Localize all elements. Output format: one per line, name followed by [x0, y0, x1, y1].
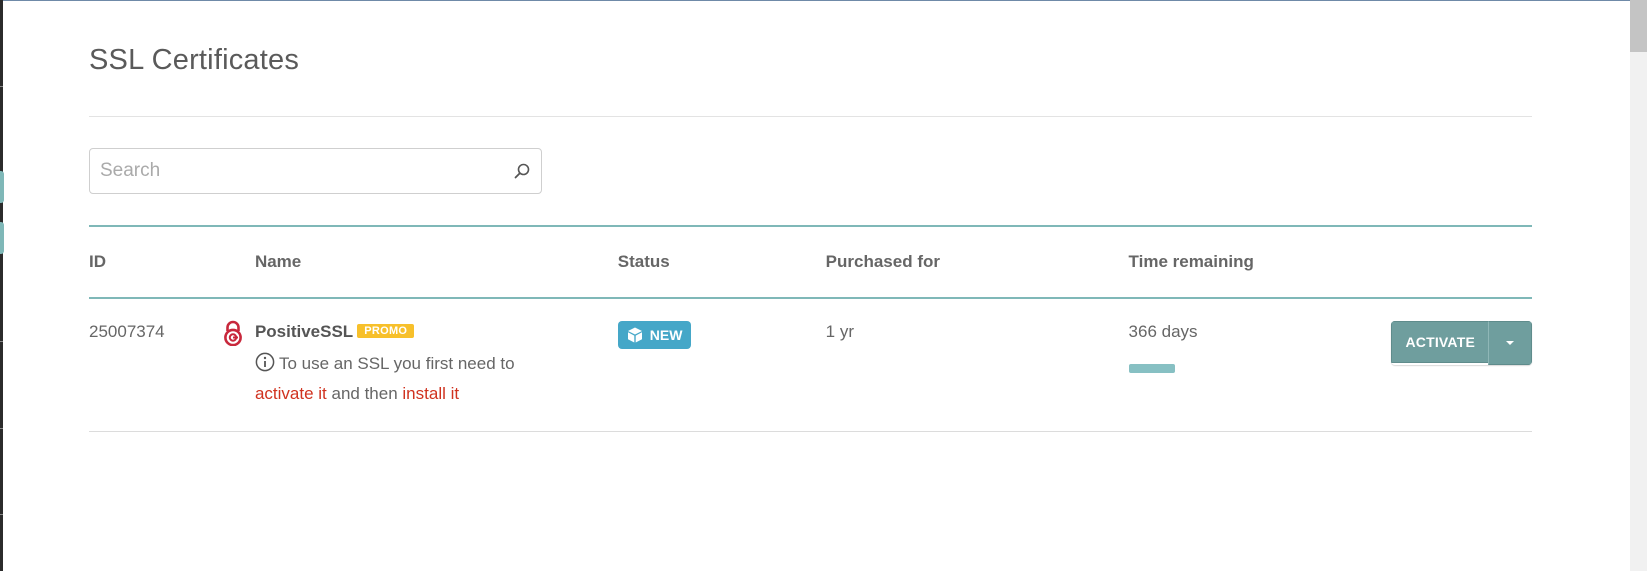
- lock-icon: [224, 320, 242, 346]
- certificates-table: ID Name Status Purchased for Time remain…: [89, 225, 1532, 432]
- cell-time-remaining: 366 days: [1128, 298, 1392, 432]
- cell-purchased-for: 1 yr: [825, 322, 855, 341]
- activate-link[interactable]: activate it: [255, 384, 327, 403]
- cell-actions: ACTIVATE: [1391, 298, 1532, 432]
- status-badge: NEW: [617, 321, 692, 349]
- column-header-id[interactable]: ID: [89, 226, 255, 298]
- time-remaining-bar: [1128, 364, 1175, 373]
- chevron-down-icon: [1506, 341, 1514, 345]
- sidebar-separator: [0, 428, 3, 429]
- scrollbar-thumb[interactable]: [1630, 0, 1647, 52]
- sidebar-tab[interactable]: [0, 222, 4, 254]
- title-divider: [89, 116, 1532, 117]
- top-border: [0, 0, 1630, 1]
- time-remaining-bar-fill: [1128, 364, 1175, 373]
- status-label: NEW: [649, 327, 683, 343]
- column-header-time-remaining[interactable]: Time remaining: [1129, 226, 1392, 298]
- cell-status: NEW: [617, 298, 826, 432]
- cube-icon: [627, 327, 642, 343]
- help-text-middle: and then: [331, 384, 398, 403]
- sidebar-separator: [0, 341, 3, 342]
- sidebar-separator: [0, 86, 3, 87]
- column-header-purchased-for[interactable]: Purchased for: [826, 226, 1129, 298]
- table-row: 25007374 PositiveSSL PROMO To use an SSL…: [89, 298, 1532, 432]
- sidebar-tab[interactable]: [0, 171, 4, 203]
- cell-name: PositiveSSL PROMO To use an SSL you first…: [224, 298, 618, 432]
- info-icon: [255, 352, 275, 372]
- search-input[interactable]: [100, 149, 490, 193]
- column-header-name[interactable]: Name: [255, 226, 618, 298]
- promo-badge: PROMO: [357, 324, 415, 338]
- activation-help: To use an SSL you first need to activate…: [255, 349, 618, 409]
- help-text-prefix: To use an SSL you first need to: [278, 354, 515, 373]
- search-box[interactable]: [89, 148, 542, 194]
- cell-id: 25007374: [89, 322, 165, 341]
- scrollbar[interactable]: [1630, 0, 1647, 571]
- activate-button-group: ACTIVATE: [1391, 321, 1532, 365]
- search-icon[interactable]: [513, 162, 531, 180]
- actions-dropdown-toggle[interactable]: [1488, 321, 1532, 365]
- time-remaining-text: 366 days: [1128, 322, 1198, 341]
- column-header-actions: [1391, 226, 1532, 298]
- sidebar-separator: [0, 514, 3, 515]
- column-header-status[interactable]: Status: [618, 226, 826, 298]
- product-name[interactable]: PositiveSSL: [255, 322, 353, 341]
- install-link[interactable]: install it: [402, 384, 459, 403]
- table-header-row: ID Name Status Purchased for Time remain…: [89, 226, 1532, 298]
- activate-button[interactable]: ACTIVATE: [1391, 321, 1488, 363]
- page-title: SSL Certificates: [89, 44, 300, 76]
